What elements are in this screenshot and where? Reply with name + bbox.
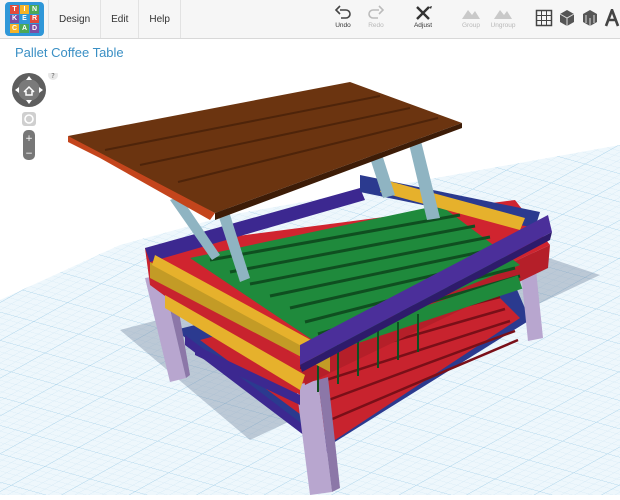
logo-letter: A (20, 24, 29, 33)
ungroup-label: Ungroup (490, 22, 516, 29)
menu-design[interactable]: Design (48, 0, 102, 38)
nav-help[interactable]: ? (51, 72, 55, 80)
logo-letter: D (30, 24, 39, 33)
top-toolbar: TINKERCAD Design Edit Help Undo Redo Adj… (0, 0, 620, 39)
zoom-out-button[interactable]: − (25, 149, 33, 159)
ungroup-icon (494, 10, 512, 19)
ungroup-button[interactable]: Ungroup (484, 4, 522, 34)
logo-letter: T (10, 5, 19, 14)
logo-letter: K (10, 14, 19, 24)
menu-help[interactable]: Help (139, 0, 181, 38)
logo-letter: E (20, 14, 29, 24)
design-canvas[interactable] (0, 39, 620, 495)
grid-icon[interactable] (535, 9, 553, 27)
main-menu: Design Edit Help (48, 0, 181, 38)
tinkercad-logo[interactable]: TIN KER CAD (5, 2, 44, 36)
solid-cube-icon[interactable] (558, 9, 576, 27)
redo-button[interactable]: Redo (357, 4, 395, 34)
adjust-button[interactable]: Adjust (404, 4, 442, 34)
redo-label: Redo (368, 22, 384, 29)
logo-letter: R (30, 14, 39, 24)
logo-letter: C (10, 24, 19, 33)
adjust-label: Adjust (413, 22, 433, 29)
adjust-icon (416, 6, 432, 20)
workplane-icon[interactable] (581, 9, 599, 27)
zoom-in-button[interactable]: + (25, 134, 33, 144)
redo-icon (368, 5, 385, 19)
workspace-3d-view[interactable] (0, 39, 620, 495)
logo-letter-grid: TIN KER CAD (10, 5, 39, 33)
view-tools (535, 6, 620, 30)
menu-edit[interactable]: Edit (101, 0, 140, 38)
logo-letter: N (30, 5, 39, 14)
view-navigator: ? + − (11, 70, 61, 168)
logo-letter: I (20, 5, 29, 14)
orbit-control[interactable]: ? + − (11, 70, 61, 163)
text-tool-icon[interactable] (604, 9, 620, 27)
project-title[interactable]: Pallet Coffee Table (15, 45, 124, 60)
